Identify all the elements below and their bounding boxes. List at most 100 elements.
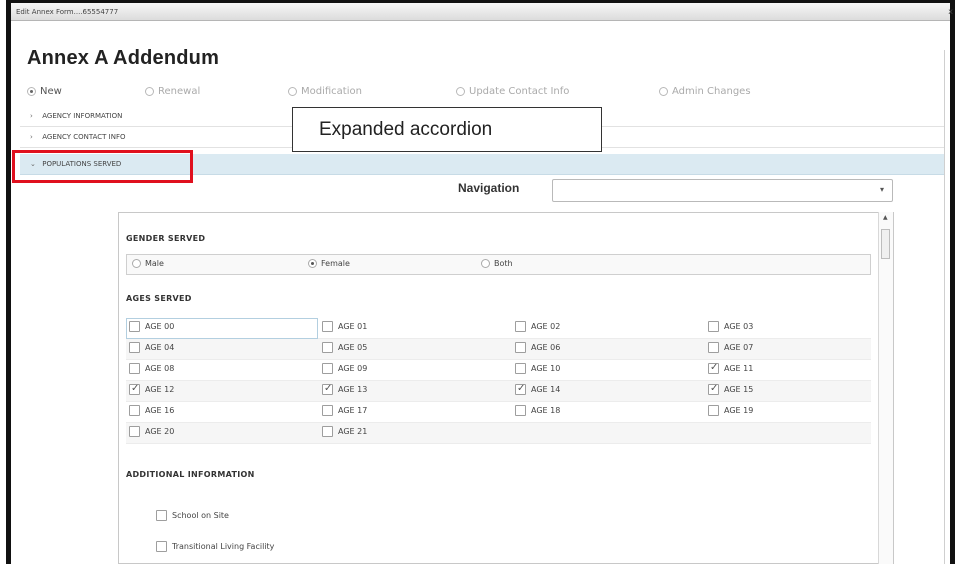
age-label: AGE 04 [145, 343, 175, 352]
form-type-update-contact-option[interactable]: Update Contact Info [456, 86, 569, 97]
checkbox-icon[interactable] [129, 363, 140, 374]
checkbox-icon[interactable] [156, 541, 167, 552]
age-checkbox-option[interactable]: AGE 19 [708, 405, 753, 416]
age-checkbox-option[interactable]: AGE 11 [708, 362, 754, 374]
radio-button-icon[interactable] [456, 87, 465, 96]
gender-option-label: Male [145, 259, 164, 268]
age-checkbox-option[interactable]: AGE 09 [322, 363, 367, 374]
ages-section-heading: AGES SERVED [126, 294, 192, 303]
additional-option-label: School on Site [172, 511, 229, 520]
checkbox-icon[interactable] [322, 363, 333, 374]
page-title: Annex A Addendum [27, 47, 220, 69]
age-checkbox-option[interactable]: AGE 15 [708, 383, 754, 395]
checkbox-icon[interactable] [129, 321, 140, 332]
form-type-label: Modification [301, 86, 362, 97]
checkbox-icon[interactable] [322, 342, 333, 353]
age-checkbox-option[interactable]: AGE 16 [129, 405, 174, 416]
age-checkbox-option[interactable]: AGE 20 [129, 426, 174, 437]
radio-button-icon[interactable] [659, 87, 668, 96]
scroll-up-icon[interactable]: ▲ [883, 214, 888, 221]
checkbox-icon[interactable] [515, 383, 526, 395]
checkbox-icon[interactable] [129, 426, 140, 437]
checkbox-icon[interactable] [515, 363, 526, 374]
checkbox-icon[interactable] [129, 405, 140, 416]
age-label: AGE 14 [531, 385, 561, 394]
age-checkbox-option[interactable]: AGE 03 [708, 321, 753, 332]
gender-section-heading: GENDER SERVED [126, 234, 206, 243]
checkbox-icon[interactable] [322, 426, 333, 437]
checkbox-icon[interactable] [708, 362, 719, 374]
close-icon[interactable]: x [948, 3, 953, 21]
checkbox-icon[interactable] [515, 321, 526, 332]
checkbox-icon[interactable] [708, 321, 719, 332]
annotation-callout: Expanded accordion [292, 107, 602, 152]
age-label: AGE 01 [338, 322, 368, 331]
window-border-right [950, 0, 955, 564]
age-checkbox-option[interactable]: AGE 18 [515, 405, 560, 416]
form-type-modification-option[interactable]: Modification [288, 86, 362, 97]
age-label: AGE 17 [338, 406, 368, 415]
form-type-renewal-option[interactable]: Renewal [145, 86, 200, 97]
checkbox-icon[interactable] [708, 405, 719, 416]
checkbox-icon[interactable] [515, 405, 526, 416]
age-checkbox-option[interactable]: AGE 13 [322, 383, 368, 395]
age-label: AGE 08 [145, 364, 175, 373]
age-row: AGE 04 AGE 05 AGE 06 AGE 07 [126, 339, 871, 360]
form-scrollbar[interactable]: ▲ [878, 212, 893, 564]
navigation-select[interactable]: ▾ [552, 179, 893, 202]
age-checkbox-option[interactable]: AGE 17 [322, 405, 367, 416]
transitional-living-option[interactable]: Transitional Living Facility [156, 541, 274, 552]
checkbox-icon[interactable] [129, 383, 140, 395]
form-type-new-option[interactable]: New [27, 86, 62, 97]
age-checkbox-option[interactable]: AGE 14 [515, 383, 561, 395]
radio-button-icon[interactable] [27, 87, 36, 96]
checkbox-icon[interactable] [322, 383, 333, 395]
age-checkbox-option[interactable]: AGE 05 [322, 342, 367, 353]
gender-male-option[interactable]: Male [132, 259, 164, 268]
age-label: AGE 05 [338, 343, 368, 352]
age-label: AGE 13 [338, 385, 368, 394]
form-type-label: New [40, 86, 62, 97]
age-checkbox-option[interactable]: AGE 10 [515, 363, 560, 374]
age-row: AGE 00 AGE 01 AGE 02 AGE 03 [126, 318, 871, 339]
age-label: AGE 07 [724, 343, 754, 352]
additional-section-heading: ADDITIONAL INFORMATION [126, 470, 255, 479]
age-label: AGE 12 [145, 385, 175, 394]
school-on-site-option[interactable]: School on Site [156, 510, 229, 521]
age-checkbox-option[interactable]: AGE 08 [129, 363, 174, 374]
age-checkbox-option[interactable]: AGE 07 [708, 342, 753, 353]
radio-button-icon[interactable] [145, 87, 154, 96]
age-checkbox-option[interactable]: AGE 04 [129, 342, 174, 353]
window-titlebar: Edit Annex Form....65554777 x [11, 3, 953, 21]
scrollbar-thumb[interactable] [881, 229, 890, 259]
age-label: AGE 18 [531, 406, 561, 415]
radio-button-icon[interactable] [132, 259, 141, 268]
checkbox-icon[interactable] [708, 342, 719, 353]
form-type-radio-group: New Renewal Modification Update Contact … [27, 86, 827, 102]
age-checkbox-option[interactable]: AGE 02 [515, 321, 560, 332]
gender-both-option[interactable]: Both [481, 259, 513, 268]
radio-button-icon[interactable] [308, 259, 317, 268]
radio-button-icon[interactable] [481, 259, 490, 268]
chevron-down-icon[interactable]: ▾ [880, 185, 884, 194]
checkbox-icon[interactable] [322, 321, 333, 332]
checkbox-icon[interactable] [708, 383, 719, 395]
checkbox-icon[interactable] [129, 342, 140, 353]
age-checkbox-option[interactable]: AGE 01 [322, 321, 367, 332]
age-checkbox-option[interactable]: AGE 12 [129, 383, 175, 395]
checkbox-icon[interactable] [156, 510, 167, 521]
age-label: AGE 19 [724, 406, 754, 415]
age-label: AGE 11 [724, 364, 754, 373]
form-type-admin-changes-option[interactable]: Admin Changes [659, 86, 751, 97]
age-checkbox-option[interactable]: AGE 00 [129, 321, 174, 332]
age-checkbox-option[interactable]: AGE 06 [515, 342, 560, 353]
gender-female-option[interactable]: Female [308, 259, 350, 268]
age-label: AGE 15 [724, 385, 754, 394]
chevron-right-icon: › [30, 112, 33, 120]
app-window: Edit Annex Form....65554777 x Annex A Ad… [0, 0, 955, 564]
checkbox-icon[interactable] [322, 405, 333, 416]
form-type-label: Admin Changes [672, 86, 751, 97]
radio-button-icon[interactable] [288, 87, 297, 96]
age-checkbox-option[interactable]: AGE 21 [322, 426, 367, 437]
checkbox-icon[interactable] [515, 342, 526, 353]
